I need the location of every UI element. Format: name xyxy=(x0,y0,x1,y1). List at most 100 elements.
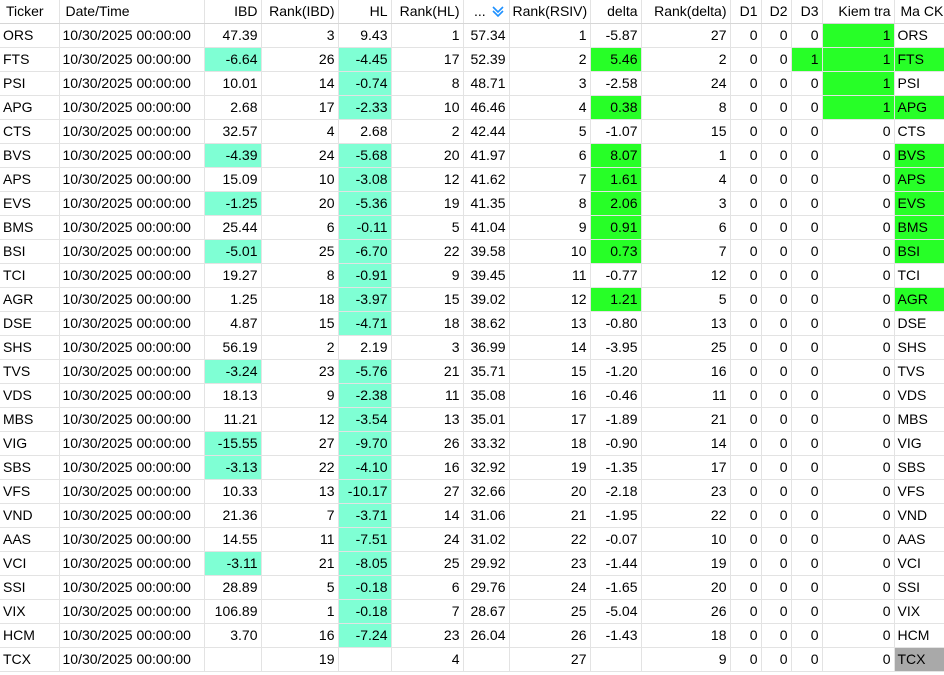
cell-rank_ibd[interactable]: 27 xyxy=(261,431,339,456)
cell-rsiv[interactable]: 39.58 xyxy=(463,239,510,264)
cell-ticker[interactable]: EVS xyxy=(0,191,60,216)
cell-ma_ck[interactable]: BSI xyxy=(894,239,944,264)
cell-delta[interactable]: -0.80 xyxy=(590,311,642,336)
cell-ticker[interactable]: SSI xyxy=(0,575,60,600)
cell-rank_hl[interactable]: 26 xyxy=(391,431,464,456)
cell-ticker[interactable]: BMS xyxy=(0,215,60,240)
cell-datetime[interactable]: 10/30/2025 00:00:00 xyxy=(59,47,205,72)
cell-ma_ck[interactable]: VIG xyxy=(894,431,944,456)
cell-hl[interactable]: -0.11 xyxy=(338,215,392,240)
cell-rank_delta[interactable]: 8 xyxy=(641,95,731,120)
cell-ma_ck[interactable]: PSI xyxy=(894,71,944,96)
cell-rank_hl[interactable]: 27 xyxy=(391,479,464,504)
cell-d2[interactable]: 0 xyxy=(761,95,792,120)
cell-d1[interactable]: 0 xyxy=(730,239,762,264)
cell-datetime[interactable]: 10/30/2025 00:00:00 xyxy=(59,191,205,216)
cell-ibd[interactable]: 18.13 xyxy=(204,383,262,408)
cell-rank_rsiv[interactable]: 13 xyxy=(509,311,591,336)
cell-ibd[interactable]: 19.27 xyxy=(204,263,262,288)
cell-d3[interactable]: 0 xyxy=(791,527,823,552)
cell-rank_rsiv[interactable]: 17 xyxy=(509,407,591,432)
cell-ibd[interactable]: 11.21 xyxy=(204,407,262,432)
cell-d2[interactable]: 0 xyxy=(761,143,792,168)
cell-ticker[interactable]: TCI xyxy=(0,263,60,288)
cell-datetime[interactable]: 10/30/2025 00:00:00 xyxy=(59,527,205,552)
cell-rsiv[interactable]: 29.92 xyxy=(463,551,510,576)
cell-rank_hl[interactable]: 6 xyxy=(391,575,464,600)
cell-rank_rsiv[interactable]: 15 xyxy=(509,359,591,384)
cell-ibd[interactable]: 10.33 xyxy=(204,479,262,504)
cell-ticker[interactable]: ORS xyxy=(0,23,60,48)
cell-ma_ck[interactable]: SSI xyxy=(894,575,944,600)
cell-rank_hl[interactable]: 25 xyxy=(391,551,464,576)
cell-rank_ibd[interactable]: 14 xyxy=(261,71,339,96)
cell-kiem_tra[interactable]: 0 xyxy=(822,431,895,456)
cell-d3[interactable]: 0 xyxy=(791,359,823,384)
cell-d1[interactable]: 0 xyxy=(730,143,762,168)
cell-d1[interactable]: 0 xyxy=(730,167,762,192)
cell-d2[interactable]: 0 xyxy=(761,215,792,240)
cell-delta[interactable]: -1.44 xyxy=(590,551,642,576)
cell-rank_hl[interactable]: 1 xyxy=(391,23,464,48)
cell-hl[interactable]: -4.45 xyxy=(338,47,392,72)
cell-hl[interactable]: -5.76 xyxy=(338,359,392,384)
cell-delta[interactable]: -5.87 xyxy=(590,23,642,48)
cell-ticker[interactable]: BVS xyxy=(0,143,60,168)
cell-hl[interactable]: -8.05 xyxy=(338,551,392,576)
cell-delta[interactable]: 0.38 xyxy=(590,95,642,120)
cell-d2[interactable]: 0 xyxy=(761,455,792,480)
cell-rank_delta[interactable]: 11 xyxy=(641,383,731,408)
cell-delta[interactable]: 1.61 xyxy=(590,167,642,192)
table-row[interactable]: SBS 10/30/2025 00:00:00 -3.13 22 -4.10 16 32.9… xyxy=(0,455,944,480)
cell-datetime[interactable]: 10/30/2025 00:00:00 xyxy=(59,503,205,528)
cell-datetime[interactable]: 10/30/2025 00:00:00 xyxy=(59,71,205,96)
cell-ticker[interactable]: BSI xyxy=(0,239,60,264)
column-header-d2[interactable]: D2 xyxy=(761,0,792,24)
table-row[interactable]: TCX 10/30/2025 00:00:00 19 4 27 9 0 0 0 0 TCX xyxy=(0,647,944,672)
cell-datetime[interactable]: 10/30/2025 00:00:00 xyxy=(59,287,205,312)
cell-rank_delta[interactable]: 22 xyxy=(641,503,731,528)
cell-kiem_tra[interactable]: 0 xyxy=(822,623,895,648)
column-header-ma_ck[interactable]: Ma CK xyxy=(894,0,944,24)
cell-d3[interactable]: 0 xyxy=(791,383,823,408)
cell-ma_ck[interactable]: TCX xyxy=(894,647,944,672)
table-row[interactable]: SSI 10/30/2025 00:00:00 28.89 5 -0.18 6 29.76 2… xyxy=(0,575,944,600)
column-header-rank_delta[interactable]: Rank(delta) xyxy=(641,0,731,24)
cell-rank_rsiv[interactable]: 12 xyxy=(509,287,591,312)
cell-hl[interactable]: 9.43 xyxy=(338,23,392,48)
cell-datetime[interactable]: 10/30/2025 00:00:00 xyxy=(59,383,205,408)
cell-ma_ck[interactable]: BMS xyxy=(894,215,944,240)
column-header-kiem_tra[interactable]: Kiem tra xyxy=(822,0,895,24)
cell-d3[interactable]: 0 xyxy=(791,239,823,264)
cell-ibd[interactable]: 21.36 xyxy=(204,503,262,528)
cell-hl[interactable]: -6.70 xyxy=(338,239,392,264)
cell-d3[interactable]: 0 xyxy=(791,623,823,648)
cell-datetime[interactable]: 10/30/2025 00:00:00 xyxy=(59,599,205,624)
cell-hl[interactable]: -3.97 xyxy=(338,287,392,312)
cell-delta[interactable] xyxy=(590,647,642,672)
cell-hl[interactable]: -7.24 xyxy=(338,623,392,648)
cell-rank_rsiv[interactable]: 11 xyxy=(509,263,591,288)
cell-ma_ck[interactable]: BVS xyxy=(894,143,944,168)
cell-rank_delta[interactable]: 21 xyxy=(641,407,731,432)
cell-rank_rsiv[interactable]: 14 xyxy=(509,335,591,360)
cell-ibd[interactable]: 28.89 xyxy=(204,575,262,600)
cell-d3[interactable]: 0 xyxy=(791,191,823,216)
cell-delta[interactable]: -1.89 xyxy=(590,407,642,432)
cell-d3[interactable]: 0 xyxy=(791,431,823,456)
cell-rank_delta[interactable]: 24 xyxy=(641,71,731,96)
cell-hl[interactable]: -0.18 xyxy=(338,575,392,600)
cell-rank_rsiv[interactable]: 25 xyxy=(509,599,591,624)
cell-d1[interactable]: 0 xyxy=(730,359,762,384)
cell-hl[interactable]: -0.91 xyxy=(338,263,392,288)
cell-rank_rsiv[interactable]: 23 xyxy=(509,551,591,576)
cell-delta[interactable]: -1.07 xyxy=(590,119,642,144)
cell-rank_ibd[interactable]: 24 xyxy=(261,143,339,168)
cell-kiem_tra[interactable]: 0 xyxy=(822,479,895,504)
cell-rank_ibd[interactable]: 12 xyxy=(261,407,339,432)
cell-ibd[interactable]: -1.25 xyxy=(204,191,262,216)
column-header-hl[interactable]: HL xyxy=(338,0,392,24)
cell-datetime[interactable]: 10/30/2025 00:00:00 xyxy=(59,455,205,480)
cell-hl[interactable]: -3.54 xyxy=(338,407,392,432)
table-row[interactable]: MBS 10/30/2025 00:00:00 11.21 12 -3.54 13 35.0… xyxy=(0,407,944,432)
